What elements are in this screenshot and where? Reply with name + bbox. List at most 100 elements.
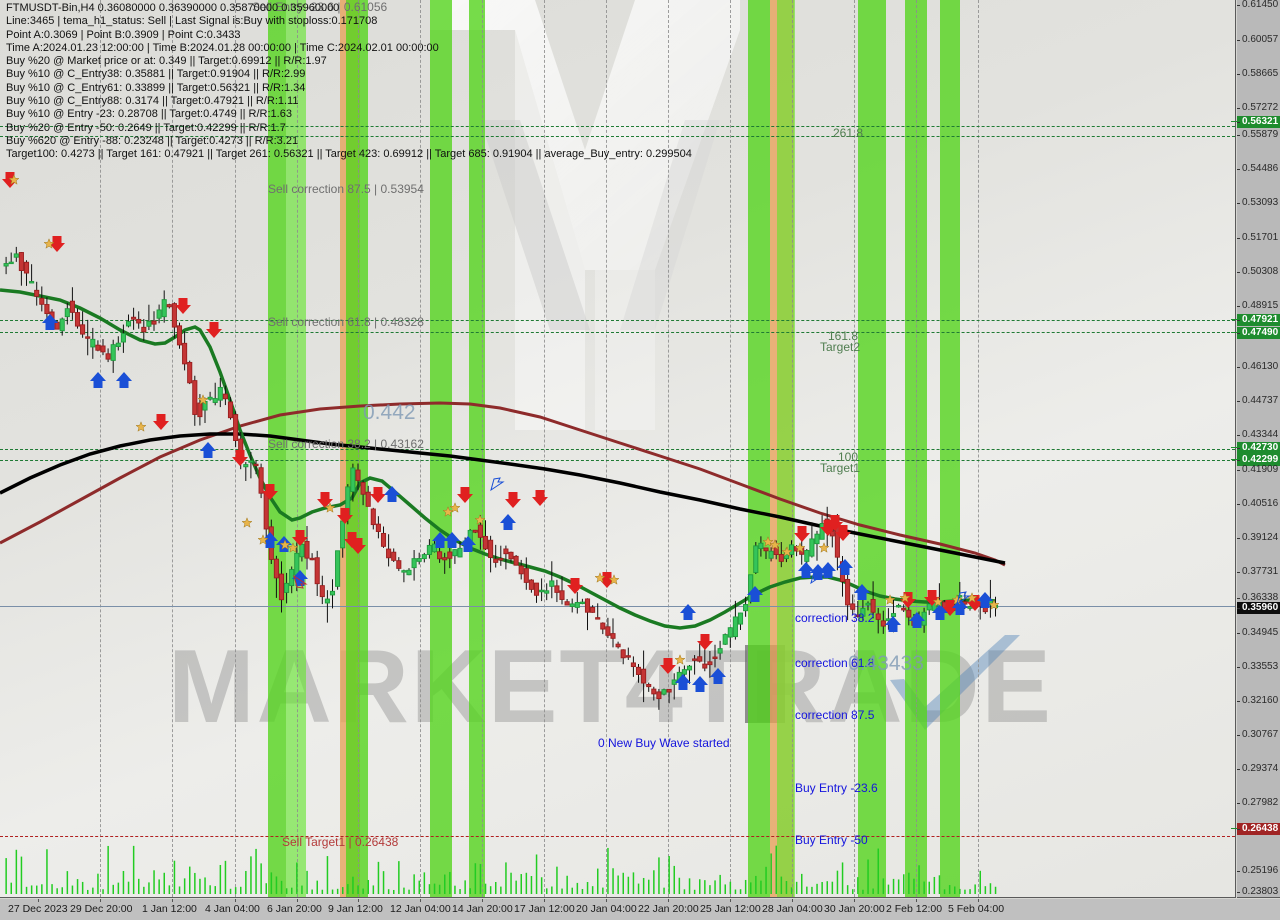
time-tick-mark-14: [916, 899, 917, 902]
price-tick-0: 0.61450: [1237, 0, 1280, 11]
price-tick-32: 0.23803: [1237, 886, 1280, 898]
price-tick-30: 0.26438: [1237, 823, 1280, 835]
price-tick-10: 0.48915: [1237, 300, 1280, 312]
price-tick-8: 0.51701: [1237, 232, 1280, 244]
annotation-15: Buy Entry -50: [795, 833, 868, 847]
price-level-marker-30: [1231, 828, 1237, 829]
price-tick-15: 0.43344: [1237, 429, 1280, 441]
time-tick-1: 29 Dec 20:00: [70, 903, 133, 915]
time-tick-4: 6 Jan 20:00: [267, 903, 322, 915]
volume-bars: [5, 845, 997, 894]
time-tick-8: 17 Jan 12:00: [514, 903, 575, 915]
time-tick-9: 20 Jan 04:00: [576, 903, 637, 915]
price-tick-9: 0.50308: [1237, 266, 1280, 278]
price-tick-26: 0.32160: [1237, 695, 1280, 707]
annotation-2: Sell correction 61.8 | 0.48328: [268, 315, 424, 329]
price-tick-2: 0.58665: [1237, 68, 1280, 80]
time-tick-mark-4: [297, 899, 298, 902]
annotation-17: Sell Target1 | 0.26438: [282, 835, 399, 849]
annotation-16: 0 New Buy Wave started: [598, 736, 730, 750]
info-line-6: Buy %10 @ C_Entry61: 0.33899 || Target:0…: [6, 81, 306, 94]
price-tick-20: 0.39124: [1237, 532, 1280, 544]
info-line-10: Buy %620 @ Entry -88: 0.23248 || Target:…: [6, 134, 299, 147]
info-line-1: Line:3465 | tema_h1_status: Sell | Last …: [6, 15, 378, 28]
info-line-8: Buy %10 @ Entry -23: 0.28708 || Target:0…: [6, 108, 292, 121]
price-tick-25: 0.33553: [1237, 661, 1280, 673]
chart-plot-area[interactable]: MARKET4TRADE Sell Entry -23.6 | 0.61056 S…: [0, 0, 1236, 898]
price-tick-3: 0.57272: [1237, 102, 1280, 114]
price-level-marker-4: [1231, 121, 1237, 122]
price-tick-5: 0.55879: [1237, 129, 1280, 141]
info-line-4: Buy %20 @ Market price or at: 0.349 || T…: [6, 55, 327, 68]
price-level-marker-11: [1231, 319, 1237, 320]
info-line-2: Point A:0.3069 | Point B:0.3909 | Point …: [6, 28, 241, 41]
price-tick-19: 0.40516: [1237, 498, 1280, 510]
price-tick-13: 0.46130: [1237, 361, 1280, 373]
time-tick-0: 27 Dec 2023: [8, 903, 68, 915]
time-tick-3: 4 Jan 04:00: [205, 903, 260, 915]
annotation-14: Buy Entry -23.6: [795, 781, 878, 795]
time-tick-5: 9 Jan 12:00: [328, 903, 383, 915]
price-tick-23: 0.35960: [1237, 602, 1280, 614]
time-tick-mark-10: [668, 899, 669, 902]
time-tick-mark-15: [978, 899, 979, 902]
price-tick-4: 0.56321: [1237, 116, 1280, 128]
info-line-11: Target100: 0.4273 || Target 161: 0.47921…: [6, 148, 692, 161]
time-tick-mark-13: [854, 899, 855, 902]
info-line-9: Buy %20 @ Entry -50: 0.2649 || Target:0.…: [6, 121, 286, 134]
price-tick-27: 0.30767: [1237, 729, 1280, 741]
time-tick-mark-12: [792, 899, 793, 902]
time-tick-6: 12 Jan 04:00: [390, 903, 451, 915]
price-tick-29: 0.27982: [1237, 797, 1280, 809]
time-axis[interactable]: 27 Dec 2023 29 Dec 20:00 1 Jan 12:00 4 Jan …: [0, 899, 1280, 920]
time-tick-12: 28 Jan 04:00: [762, 903, 823, 915]
ma-slow-line: [0, 401, 1006, 567]
chart-window: MARKET4TRADE Sell Entry -23.6 | 0.61056 S…: [0, 0, 1280, 920]
annotation-12: 0.43433: [848, 652, 924, 675]
time-tick-mark-11: [730, 899, 731, 902]
time-tick-15: 5 Feb 04:00: [948, 903, 1005, 915]
annotation-7: Target2: [820, 340, 861, 354]
annotation-13: correction 87.5: [795, 708, 875, 722]
price-tick-28: 0.29374: [1237, 763, 1280, 775]
time-tick-mark-9: [606, 899, 607, 902]
annotation-10: correction 38.2: [795, 611, 875, 625]
time-tick-mark-8: [544, 899, 545, 902]
annotation-1: Sell correction 87.5 | 0.53954: [268, 182, 424, 196]
time-tick-mark-3: [235, 899, 236, 902]
price-level-marker-12: [1231, 332, 1237, 333]
annotation-3: Sell correction 38.2 | 0.43162: [268, 437, 424, 451]
price-tick-16: 0.42730: [1237, 442, 1280, 454]
time-tick-mark-6: [420, 899, 421, 902]
price-tick-31: 0.25196: [1237, 865, 1280, 877]
annotation-9: Target1: [820, 461, 861, 475]
info-line-0: FTMUSDT-Bin,H4 0.36080000 0.36390000 0.3…: [6, 2, 340, 14]
info-line-3: Time A:2024.01.23 12:00:00 | Time B:2024…: [6, 41, 439, 54]
candlesticks: [3, 246, 999, 710]
price-tick-6: 0.54486: [1237, 163, 1280, 175]
price-axis[interactable]: 0.61450 0.60057 0.58665 0.57272 0.56321 0.558…: [1231, 0, 1280, 898]
price-tick-1: 0.60057: [1237, 34, 1280, 46]
time-tick-mark-5: [358, 899, 359, 902]
price-tick-18: 0.41909: [1237, 464, 1280, 476]
time-tick-10: 22 Jan 20:00: [638, 903, 699, 915]
price-level-marker-16: [1231, 447, 1237, 448]
price-tick-24: 0.34945: [1237, 627, 1280, 639]
price-tick-7: 0.53093: [1237, 197, 1280, 209]
time-tick-2: 1 Jan 12:00: [142, 903, 197, 915]
annotation-4: 0.442: [363, 401, 416, 424]
info-line-7: Buy %10 @ C_Entry88: 0.3174 || Target:0.…: [6, 95, 299, 108]
time-tick-mark-1: [100, 899, 101, 902]
price-tick-11: 0.47921: [1237, 314, 1280, 326]
price-level-marker-17: [1231, 459, 1237, 460]
price-tick-14: 0.44737: [1237, 395, 1280, 407]
time-tick-13: 30 Jan 20:00: [824, 903, 885, 915]
info-line-5: Buy %10 @ C_Entry38: 0.35881 || Target:0…: [6, 68, 306, 81]
time-tick-7: 14 Jan 20:00: [452, 903, 513, 915]
price-tick-12: 0.47490: [1237, 327, 1280, 339]
chart-info-block: FTMUSDT-Bin,H4 0.36080000 0.36390000 0.3…: [6, 2, 692, 162]
time-tick-mark-0: [38, 899, 39, 902]
time-tick-11: 25 Jan 12:00: [700, 903, 761, 915]
time-tick-14: 2 Feb 12:00: [886, 903, 943, 915]
price-tick-21: 0.37731: [1237, 566, 1280, 578]
